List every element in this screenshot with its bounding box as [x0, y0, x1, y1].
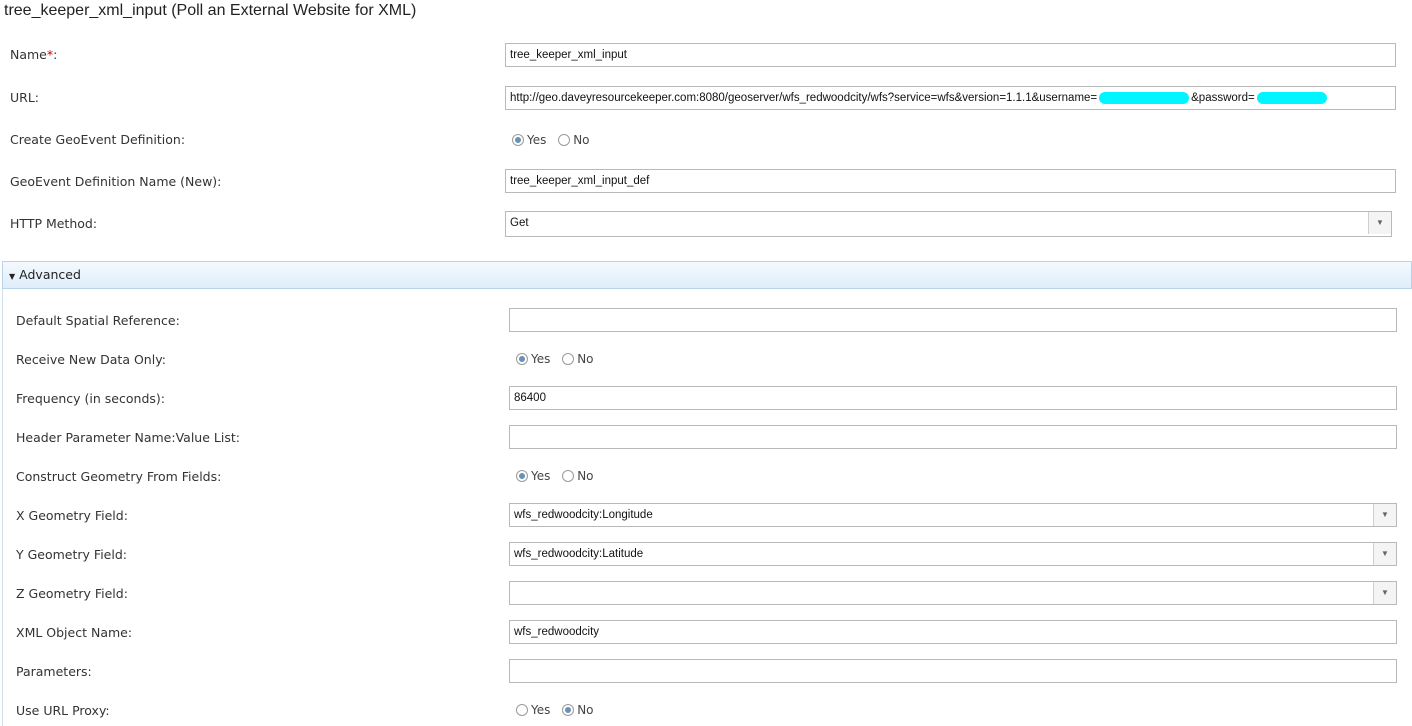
url-proxy-label: Use URL Proxy: [16, 703, 110, 718]
x-field-select[interactable]: wfs_redwoodcity:Longitude ▼ [509, 503, 1397, 527]
url-proxy-yes-radio[interactable] [516, 703, 528, 716]
new-data-only-radio-group: Yes No [516, 346, 602, 372]
advanced-header-label: Advanced [19, 267, 81, 282]
frequency-input[interactable]: 86400 [509, 386, 1397, 410]
page-title: tree_keeper_xml_input (Poll an External … [4, 2, 417, 19]
y-field-value: wfs_redwoodcity:Latitude [514, 548, 644, 560]
new-data-only-yes-radio[interactable] [516, 352, 528, 365]
name-label: Name*: [10, 47, 58, 62]
chevron-down-icon[interactable]: ▼ [1373, 582, 1396, 604]
def-name-label: GeoEvent Definition Name (New): [10, 174, 222, 189]
y-field-select[interactable]: wfs_redwoodcity:Latitude ▼ [509, 542, 1397, 566]
xml-object-input[interactable]: wfs_redwoodcity [509, 620, 1397, 644]
construct-geom-yes-label[interactable]: Yes [531, 469, 550, 483]
construct-geom-no-radio[interactable] [562, 469, 575, 482]
construct-geom-yes-radio[interactable] [516, 469, 528, 482]
chevron-down-icon[interactable]: ▼ [1373, 543, 1396, 565]
header-params-input[interactable] [509, 425, 1397, 449]
create-def-yes-label[interactable]: Yes [527, 133, 546, 147]
url-proxy-no-radio[interactable] [562, 703, 575, 716]
create-def-no-label[interactable]: No [573, 133, 589, 147]
y-field-label: Y Geometry Field: [16, 547, 127, 562]
construct-geom-label: Construct Geometry From Fields: [16, 469, 222, 484]
http-method-select[interactable]: Get ▼ [505, 211, 1392, 237]
url-input[interactable]: http://geo.daveyresourcekeeper.com:8080/… [505, 86, 1396, 110]
new-data-only-label: Receive New Data Only: [16, 352, 166, 367]
frequency-label: Frequency (in seconds): [16, 391, 165, 406]
http-method-value: Get [510, 217, 529, 229]
spatial-ref-input[interactable] [509, 308, 1397, 332]
new-data-only-no-radio[interactable] [562, 352, 575, 365]
xml-object-label: XML Object Name: [16, 625, 133, 640]
redacted-password [1256, 91, 1327, 104]
create-def-label: Create GeoEvent Definition: [10, 132, 186, 147]
chevron-down-icon[interactable]: ▼ [1368, 212, 1391, 234]
construct-geom-radio-group: Yes No [516, 463, 602, 489]
create-def-radio-group: Yes No [512, 127, 598, 153]
redacted-username [1099, 91, 1190, 104]
caret-down-icon: ▼ [9, 272, 16, 281]
def-name-input[interactable]: tree_keeper_xml_input_def [505, 169, 1396, 193]
url-proxy-radio-group: Yes No [516, 697, 602, 723]
new-data-only-yes-label[interactable]: Yes [531, 352, 550, 366]
parameters-label: Parameters: [16, 664, 92, 679]
name-input[interactable]: tree_keeper_xml_input [505, 43, 1396, 67]
spatial-ref-label: Default Spatial Reference: [16, 313, 180, 328]
url-value-password: &password= [1191, 92, 1255, 104]
url-value-start: http://geo.daveyresourcekeeper.com:8080/… [510, 92, 1098, 104]
url-label: URL: [10, 90, 40, 105]
new-data-only-no-label[interactable]: No [577, 352, 593, 366]
url-proxy-no-label[interactable]: No [577, 703, 593, 717]
url-proxy-yes-label[interactable]: Yes [531, 703, 550, 717]
z-field-label: Z Geometry Field: [16, 586, 128, 601]
x-field-value: wfs_redwoodcity:Longitude [514, 509, 653, 521]
x-field-label: X Geometry Field: [16, 508, 128, 523]
header-params-label: Header Parameter Name:Value List: [16, 430, 240, 445]
parameters-input[interactable] [509, 659, 1397, 683]
chevron-down-icon[interactable]: ▼ [1373, 504, 1396, 526]
create-def-yes-radio[interactable] [512, 133, 524, 146]
advanced-section-header[interactable]: ▼ Advanced [2, 261, 1412, 289]
z-field-select[interactable]: ▼ [509, 581, 1397, 605]
create-def-no-radio[interactable] [558, 133, 571, 146]
http-method-label: HTTP Method: [10, 216, 98, 231]
construct-geom-no-label[interactable]: No [577, 469, 593, 483]
